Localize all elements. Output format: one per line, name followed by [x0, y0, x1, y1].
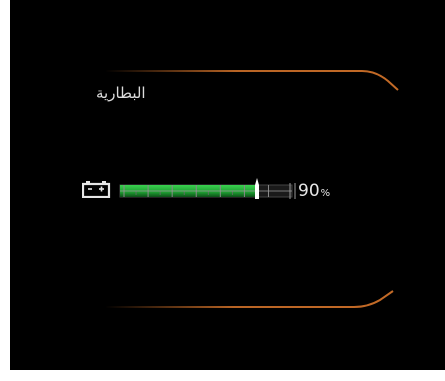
- battery-title: البطارية: [96, 84, 146, 102]
- bottom-accent-line: [105, 290, 394, 308]
- vehicle-display-screen: البطارية 90%: [10, 0, 445, 370]
- battery-percentage-value: 90: [298, 181, 320, 201]
- battery-percentage: 90%: [298, 181, 330, 201]
- top-accent-line: [105, 70, 399, 91]
- battery-icon: [82, 181, 111, 198]
- battery-level-gauge: [119, 178, 296, 199]
- battery-percentage-unit: %: [320, 188, 331, 199]
- gauge-level-marker: [255, 178, 259, 199]
